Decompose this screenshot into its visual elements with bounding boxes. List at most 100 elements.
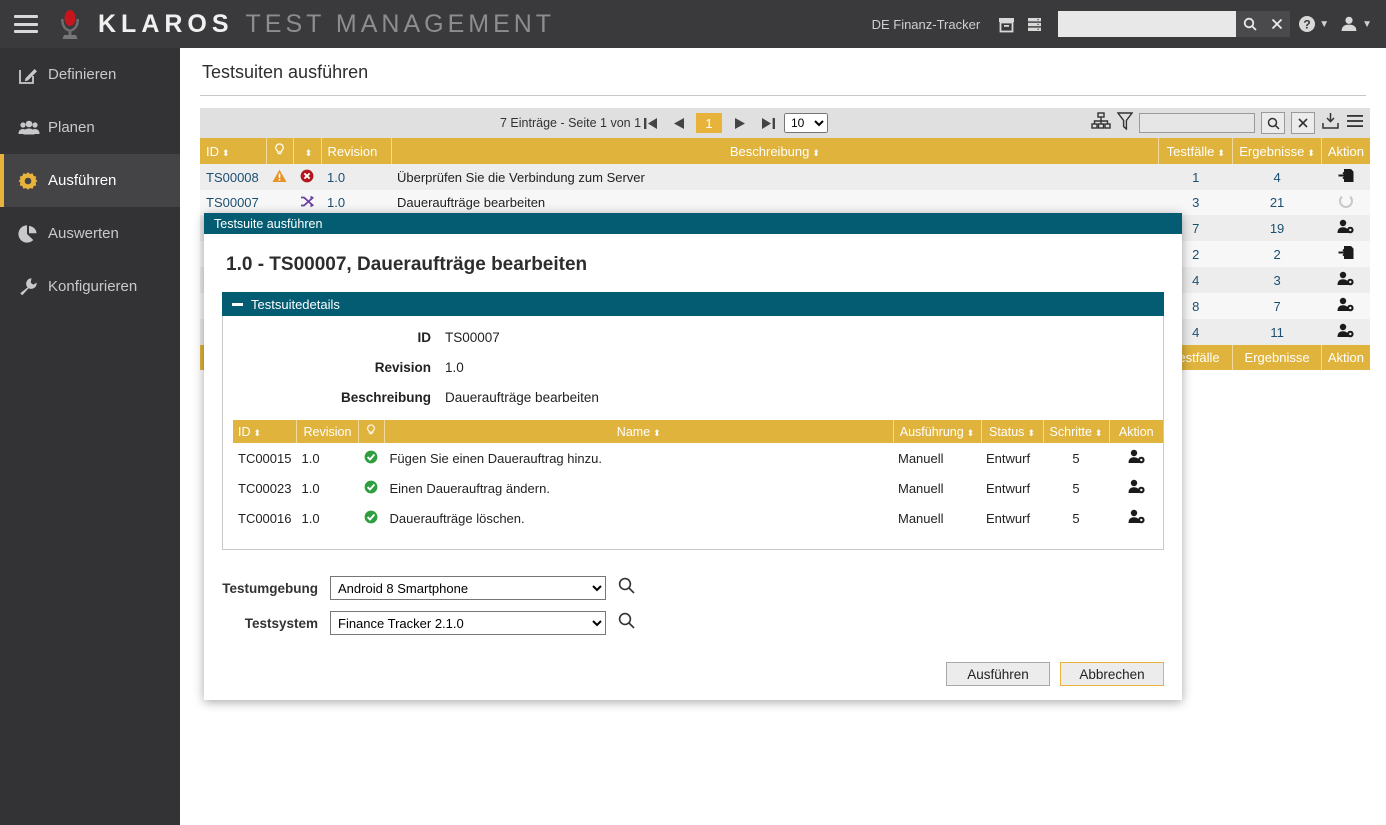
col-results[interactable]: Ergebnisse ⬍: [1232, 138, 1322, 164]
user-gear-icon[interactable]: [1321, 267, 1370, 293]
user-gear-icon[interactable]: [1109, 443, 1163, 473]
field-label: Testumgebung: [222, 580, 318, 596]
field-row-testumgebung: Testumgebung Android 8 Smartphone: [220, 576, 1182, 600]
tc-col-steps[interactable]: Schritte ⬍: [1043, 420, 1110, 443]
sidebar-nav: Definieren Planen Ausführen Auswerten Ko…: [0, 48, 180, 825]
sidebar-item-auswerten[interactable]: Auswerten: [0, 207, 180, 260]
menu-toggle-icon[interactable]: [14, 15, 38, 33]
last-page-icon[interactable]: [758, 113, 778, 133]
sort-icon: ⬍: [1217, 147, 1225, 158]
export-icon[interactable]: [1321, 112, 1340, 135]
tc-cell-status: Entwurf: [986, 510, 1031, 526]
execute-testsuite-dialog: Testsuite ausführen 1.0 - TS00007, Dauer…: [204, 213, 1182, 700]
tc-cell-id: TC00023: [238, 480, 292, 496]
tc-col-name[interactable]: Name ⬍: [384, 420, 894, 443]
first-page-icon[interactable]: [640, 113, 660, 133]
cell-results: 11: [1270, 324, 1284, 340]
table-clear-icon[interactable]: [1291, 112, 1315, 134]
page-size-select-wrap: 10: [784, 113, 828, 133]
cell-results: 4: [1273, 169, 1281, 185]
detail-row-description: Beschreibung Daueraufträge bearbeiten: [223, 390, 1163, 405]
col-flag: [266, 138, 294, 164]
search-icon[interactable]: [1236, 11, 1264, 37]
testsystem-select[interactable]: Finance Tracker 2.1.0: [330, 611, 606, 635]
collapse-minus-icon[interactable]: [232, 302, 243, 306]
col-state[interactable]: ⬍: [293, 138, 322, 164]
table-row[interactable]: TS00007 1.0 Daueraufträge bearbeiten 3 2…: [200, 190, 1370, 215]
table-row[interactable]: TS00008 1.0 Überprüfen Sie die Verbindun…: [200, 164, 1370, 190]
tc-col-id[interactable]: ID ⬍: [233, 420, 297, 443]
database-icon[interactable]: [1020, 9, 1048, 39]
tc-cell-name: Daueraufträge löschen.: [389, 510, 525, 526]
tc-col-execution[interactable]: Ausführung ⬍: [893, 420, 982, 443]
col-id[interactable]: ID ⬍: [200, 138, 267, 164]
user-gear-icon[interactable]: [1321, 293, 1370, 319]
funnel-icon[interactable]: [1116, 111, 1134, 135]
testcase-row[interactable]: TC00023 1.0 Einen Dauerauftrag ändern. M…: [233, 473, 1163, 503]
testumgebung-select[interactable]: Android 8 Smartphone: [330, 576, 606, 600]
archive-icon[interactable]: [992, 9, 1020, 39]
current-page-number[interactable]: 1: [696, 113, 722, 133]
table-tools-right: [1091, 111, 1366, 135]
foot-col-results: Ergebnisse: [1232, 345, 1322, 370]
clear-icon[interactable]: [1263, 11, 1291, 37]
gear-icon: [18, 171, 48, 191]
user-icon[interactable]: [1337, 9, 1361, 39]
user-chevron-down-icon[interactable]: ▼: [1362, 19, 1372, 30]
dialog-window-title: Testsuite ausführen: [214, 216, 323, 231]
cancel-button[interactable]: Abbrechen: [1060, 662, 1164, 686]
sidebar-item-planen[interactable]: Planen: [0, 101, 180, 154]
sidebar-item-definieren[interactable]: Definieren: [0, 48, 180, 101]
col-description[interactable]: Beschreibung ⬍: [391, 138, 1160, 164]
cell-id[interactable]: TS00008: [200, 164, 266, 190]
dialog-buttons: Ausführen Abbrechen: [204, 646, 1182, 686]
sort-icon: ⬍: [253, 427, 262, 438]
detail-value: 1.0: [445, 360, 464, 375]
tc-cell-name: Fügen Sie einen Dauerauftrag hinzu.: [389, 450, 602, 466]
panel-header[interactable]: Testsuitedetails: [222, 292, 1164, 316]
current-project-label: DE Finanz-Tracker: [871, 16, 981, 32]
global-search-input[interactable]: [1058, 11, 1237, 37]
col-testcases[interactable]: Testfälle ⬍: [1158, 138, 1234, 164]
testumgebung-search-icon[interactable]: [618, 577, 635, 599]
cell-testcases: 1: [1192, 169, 1200, 185]
error-circle-icon: [293, 164, 321, 190]
help-icon[interactable]: ?: [1296, 9, 1318, 39]
user-gear-icon[interactable]: [1109, 503, 1163, 533]
execute-import-icon[interactable]: [1321, 164, 1370, 190]
testsystem-search-icon[interactable]: [618, 612, 635, 634]
tc-cell-steps: 5: [1072, 450, 1080, 466]
tc-cell-id: TC00015: [238, 450, 292, 466]
sidebar-item-konfigurieren[interactable]: Konfigurieren: [0, 260, 180, 313]
sort-icon: ⬍: [812, 147, 820, 158]
testcase-row[interactable]: TC00015 1.0 Fügen Sie einen Dauerauftrag…: [233, 443, 1163, 473]
table-filter-input[interactable]: [1139, 113, 1255, 133]
prev-page-icon[interactable]: [668, 113, 688, 133]
testcase-row[interactable]: TC00016 1.0 Daueraufträge löschen. Manue…: [233, 503, 1163, 533]
help-chevron-down-icon[interactable]: ▼: [1319, 19, 1329, 30]
detail-label: Beschreibung: [340, 390, 431, 405]
list-menu-icon[interactable]: [1346, 113, 1364, 134]
user-gear-icon[interactable]: [1321, 319, 1370, 345]
field-label: Testsystem: [244, 615, 318, 631]
page-size-select[interactable]: 10: [784, 113, 828, 133]
execute-import-icon[interactable]: [1321, 241, 1370, 267]
table-search-icon[interactable]: [1261, 112, 1285, 134]
cell-id[interactable]: TS00007: [200, 190, 266, 215]
pie-chart-icon: [18, 224, 48, 244]
header-right-tools: DE Finanz-Tracker ? ▼ ▼: [872, 0, 1386, 48]
tc-col-status[interactable]: Status ⬍: [981, 420, 1044, 443]
next-page-icon[interactable]: [730, 113, 750, 133]
ok-circle-icon: [358, 473, 384, 503]
page-title-wrap: Testsuiten ausführen: [180, 48, 1386, 96]
pagination-controls: 1: [640, 113, 778, 133]
execute-button[interactable]: Ausführen: [946, 662, 1050, 686]
detail-value: Daueraufträge bearbeiten: [445, 390, 599, 405]
user-gear-icon[interactable]: [1321, 215, 1370, 241]
user-gear-icon[interactable]: [1109, 473, 1163, 503]
tree-view-icon[interactable]: [1091, 111, 1111, 135]
foot-col-action: Aktion: [1321, 345, 1370, 370]
cell-results: 2: [1273, 246, 1281, 262]
sidebar-item-ausfuehren[interactable]: Ausführen: [0, 154, 180, 207]
tc-cell-revision: 1.0: [301, 480, 320, 496]
